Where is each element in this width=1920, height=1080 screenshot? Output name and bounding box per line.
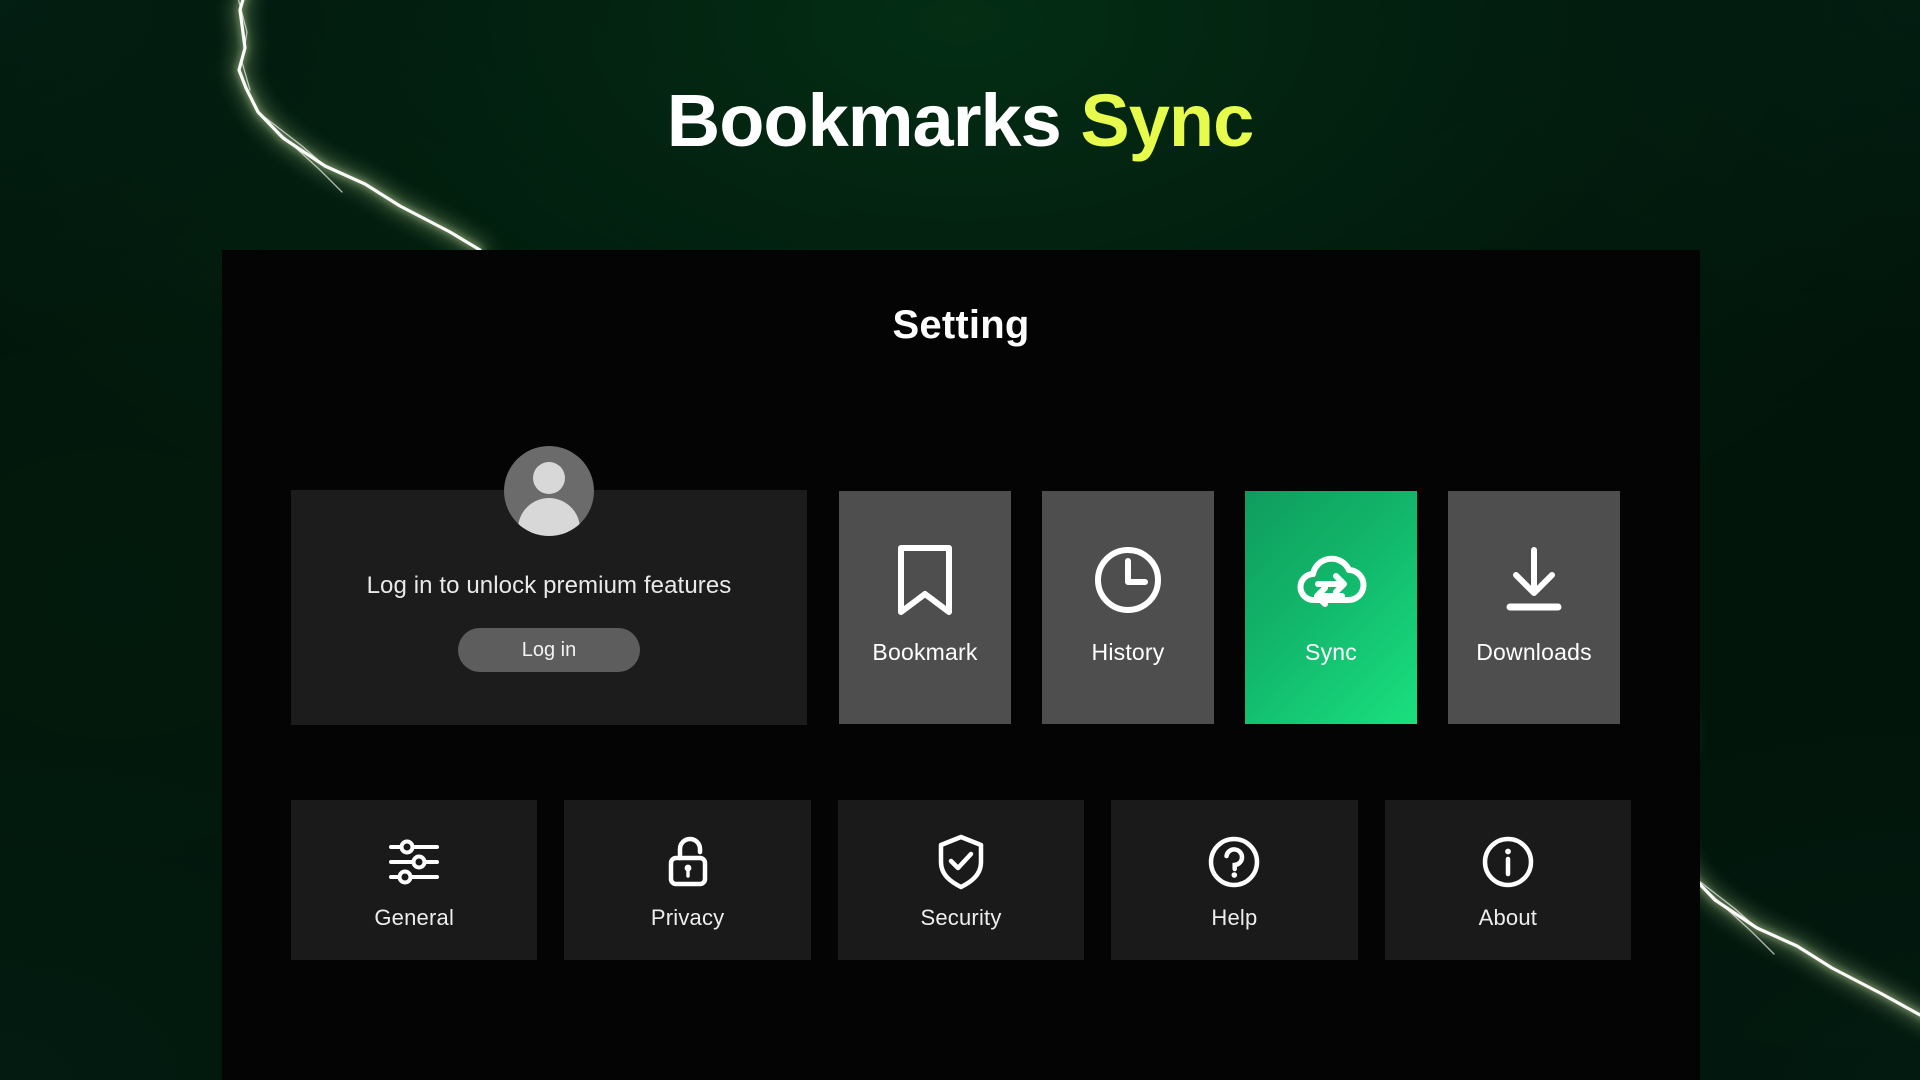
nav-tile-label: History — [1091, 639, 1165, 665]
page-title-accent: Sync — [1080, 79, 1254, 162]
option-tile-about[interactable]: About — [1384, 800, 1632, 960]
nav-tile-sync[interactable]: Sync — [1245, 491, 1417, 724]
page-title: Bookmarks Sync — [0, 84, 1920, 158]
cloud-sync-icon — [1294, 543, 1368, 617]
bookmark-icon — [888, 543, 962, 617]
option-tile-general[interactable]: General — [291, 800, 538, 960]
user-avatar-icon — [504, 446, 594, 536]
panel-title: Setting — [892, 303, 1030, 347]
unlock-icon — [660, 834, 716, 890]
nav-tile-bookmark[interactable]: Bookmark — [839, 491, 1011, 724]
option-tile-label: Security — [920, 905, 1002, 930]
login-card-wrapper: Log in to unlock premium features Log in — [291, 446, 807, 725]
sliders-icon — [386, 834, 442, 890]
question-circle-icon — [1206, 834, 1262, 890]
option-tile-security[interactable]: Security — [837, 800, 1085, 960]
option-tile-privacy[interactable]: Privacy — [564, 800, 811, 960]
avatar-head — [533, 462, 565, 494]
login-message: Log in to unlock premium features — [366, 572, 732, 599]
option-tile-label: General — [374, 905, 455, 930]
option-tile-help[interactable]: Help — [1111, 800, 1358, 960]
settings-panel: Setting Log in to unlock premium feature… — [222, 250, 1700, 1080]
option-tile-label: Help — [1211, 905, 1258, 930]
option-tile-label: Privacy — [650, 905, 725, 930]
nav-tiles: Bookmark History Sync Downloads — [839, 490, 1620, 724]
options-section: General Privacy Security Help About — [291, 800, 1632, 960]
option-tile-label: About — [1478, 905, 1538, 930]
clock-icon — [1091, 543, 1165, 617]
avatar-body — [518, 498, 580, 536]
nav-tile-history[interactable]: History — [1042, 491, 1214, 724]
info-circle-icon — [1480, 834, 1536, 890]
app-root: Bookmarks Sync Setting Log in to unlock … — [0, 0, 1920, 1080]
upper-section: Log in to unlock premium features Log in — [291, 446, 1631, 725]
nav-tile-label: Downloads — [1476, 639, 1592, 665]
nav-tile-label: Sync — [1305, 639, 1357, 665]
nav-tile-label: Bookmark — [872, 639, 978, 665]
download-icon — [1497, 543, 1571, 617]
shield-check-icon — [933, 834, 989, 890]
login-button[interactable]: Log in — [458, 628, 640, 672]
nav-tile-downloads[interactable]: Downloads — [1448, 491, 1620, 724]
page-title-main: Bookmarks — [666, 79, 1062, 162]
